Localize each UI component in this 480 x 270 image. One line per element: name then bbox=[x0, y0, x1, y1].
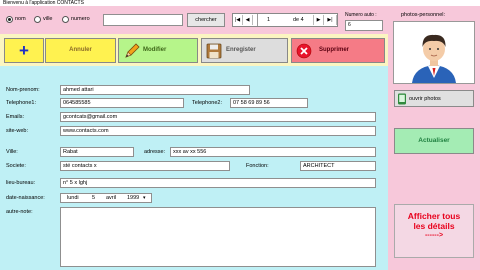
current-page-input[interactable]: 1 bbox=[257, 14, 285, 26]
delete-button-label: Supprimer bbox=[319, 47, 350, 53]
phone-icon bbox=[398, 93, 406, 105]
next-page-button[interactable]: ▶ bbox=[313, 15, 324, 25]
ville-field[interactable]: Rabat bbox=[60, 147, 134, 157]
contact-form: Nom-prenom: ahmed attari Telephone1: 064… bbox=[0, 66, 388, 270]
floppy-disk-icon bbox=[206, 43, 222, 59]
telephone1-field[interactable]: 064585585 bbox=[60, 98, 184, 108]
radio-numero[interactable] bbox=[62, 16, 69, 23]
contact-photo bbox=[393, 21, 475, 84]
photo-panel: photos-personnel: ouvrir photos Actualis… bbox=[388, 6, 480, 270]
ville-label: Ville: bbox=[6, 149, 18, 155]
radio-nom[interactable] bbox=[6, 16, 13, 23]
update-button[interactable]: Actualiser bbox=[394, 128, 474, 154]
radio-ville[interactable] bbox=[34, 16, 41, 23]
arrow-right-icon: ------> bbox=[424, 232, 444, 239]
radio-numero-label: numero bbox=[71, 16, 90, 22]
page-count: de 4 bbox=[293, 17, 304, 23]
save-button[interactable]: Enregister bbox=[201, 38, 288, 63]
telephone1-label: Telephone1: bbox=[6, 100, 36, 106]
edit-button[interactable]: Modifier bbox=[118, 38, 198, 63]
adresse-field[interactable]: xxx av xx 556 bbox=[170, 147, 376, 157]
person-avatar-icon bbox=[412, 34, 456, 83]
show-details-line2: les détails bbox=[413, 221, 455, 231]
open-photos-button[interactable]: ouvrir photos bbox=[394, 90, 474, 107]
pager: |◀ ◀ 1 de 4 ▶ ▶| bbox=[232, 13, 338, 27]
societe-field[interactable]: sté contacts x bbox=[60, 161, 230, 171]
show-details-line1: Afficher tous bbox=[407, 211, 461, 221]
numero-auto-field: 6 bbox=[345, 20, 383, 31]
photo-label: photos-personnel: bbox=[401, 12, 446, 18]
site-web-label: site-web: bbox=[6, 128, 29, 134]
fonction-label: Fonction: bbox=[246, 163, 269, 169]
cancel-button[interactable]: Annuler bbox=[45, 38, 116, 63]
adresse-label: adresse: bbox=[144, 149, 166, 155]
lieu-bureau-field[interactable]: n° 5 x lghj bbox=[60, 178, 376, 188]
save-button-label: Enregister bbox=[226, 47, 256, 53]
emails-field[interactable]: gcontcats@gmail.com bbox=[60, 112, 376, 122]
date-naissance-label: date-naissance: bbox=[6, 195, 45, 201]
date-day: 5 bbox=[92, 195, 96, 201]
edit-button-label: Modifier bbox=[143, 47, 167, 53]
search-bar: nom ville numero chercher |◀ ◀ 1 de 4 ▶ … bbox=[0, 6, 388, 34]
telephone2-field[interactable]: 07 58 69 89 56 bbox=[230, 98, 308, 108]
last-page-button[interactable]: ▶| bbox=[324, 15, 337, 25]
search-input[interactable] bbox=[103, 14, 183, 26]
chevron-down-icon[interactable]: ▾ bbox=[143, 194, 146, 202]
action-bar: + Annuler Modifier Enregister Supprimer bbox=[0, 34, 388, 66]
show-details-button[interactable]: Afficher tous les détails ------> bbox=[394, 204, 474, 258]
date-day-name: lundi bbox=[67, 195, 79, 201]
date-naissance-picker[interactable]: lundi 5 avril 1999 ▾ bbox=[60, 193, 152, 203]
delete-button[interactable]: Supprimer bbox=[291, 38, 385, 63]
nom-prenom-field[interactable]: ahmed attari bbox=[60, 85, 250, 95]
date-month: avril bbox=[106, 195, 117, 201]
add-button[interactable]: + bbox=[4, 38, 44, 63]
nom-prenom-label: Nom-prenom: bbox=[6, 87, 40, 93]
first-page-button[interactable]: |◀ bbox=[233, 15, 243, 25]
emails-label: Emails: bbox=[6, 114, 25, 120]
fonction-field[interactable]: ARCHITECT bbox=[300, 161, 376, 171]
close-circle-icon bbox=[296, 43, 312, 59]
telephone2-label: Telephone2: bbox=[192, 100, 222, 106]
search-button[interactable]: chercher bbox=[187, 13, 225, 27]
autre-note-label: autre-note: bbox=[6, 209, 33, 215]
lieu-bureau-label: lieu-bureau: bbox=[6, 180, 36, 186]
radio-nom-label: nom bbox=[15, 16, 26, 22]
site-web-field[interactable]: www.contacts.com bbox=[60, 126, 376, 136]
open-photos-label: ouvrir photos bbox=[409, 96, 441, 102]
date-year: 1999 bbox=[127, 195, 140, 201]
plus-icon: + bbox=[19, 41, 29, 60]
pencil-icon bbox=[125, 43, 140, 58]
autre-note-textarea[interactable] bbox=[60, 207, 376, 267]
cancel-button-label: Annuler bbox=[69, 47, 92, 53]
prev-page-button[interactable]: ◀ bbox=[243, 15, 253, 25]
societe-label: Societe: bbox=[6, 163, 26, 169]
numero-auto-label: Numero auto : bbox=[345, 12, 377, 18]
radio-ville-label: ville bbox=[43, 16, 53, 22]
